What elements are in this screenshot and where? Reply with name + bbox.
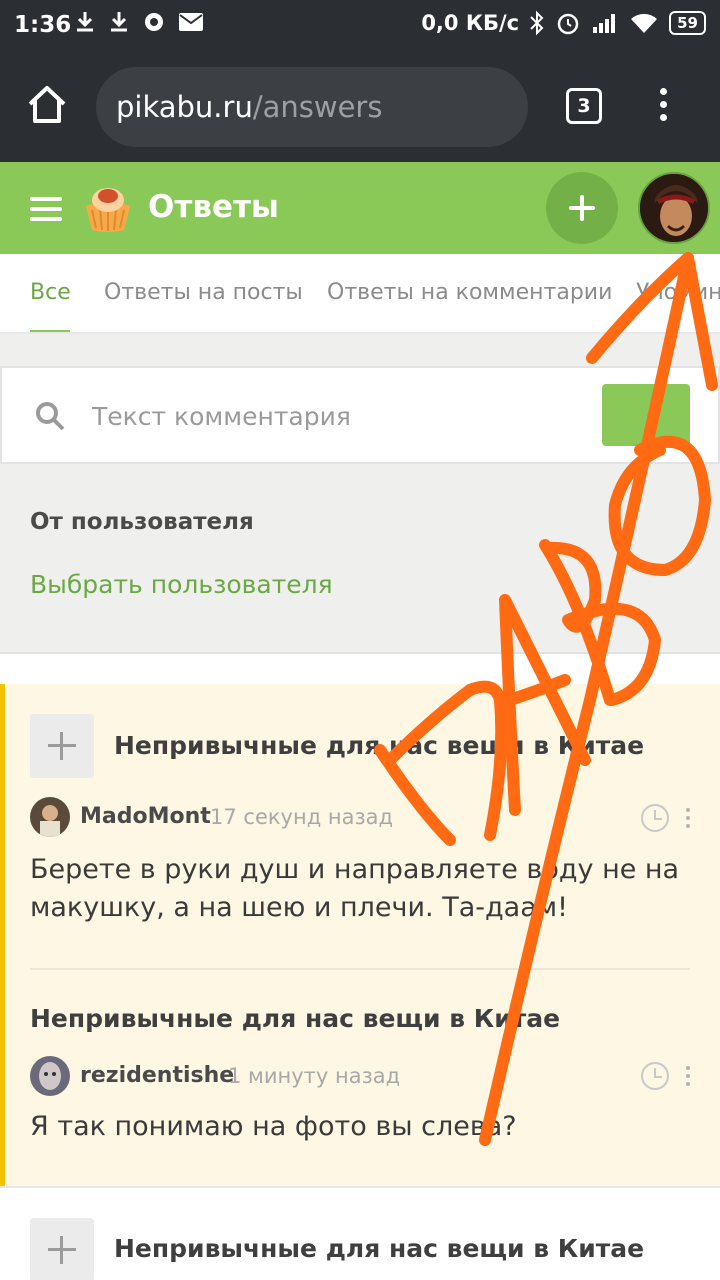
app-notification-icon (145, 13, 163, 31)
search-submit-button[interactable] (602, 384, 690, 446)
avatar-image-madomont (30, 797, 70, 837)
url-path: /answers (252, 90, 383, 124)
from-user-label: От пользователя (30, 509, 254, 535)
more-icon[interactable] (684, 808, 692, 834)
filters-panel: Текст комментария От пользователя Выбрат… (0, 334, 720, 654)
bluetooth-icon (530, 10, 544, 36)
signal-icon (593, 14, 616, 33)
clock-icon[interactable] (641, 1062, 669, 1090)
hamburger-menu-icon[interactable] (30, 197, 62, 227)
divider (0, 1186, 720, 1188)
post-title-link[interactable]: Непривычные для нас вещи в Китае (114, 1234, 644, 1263)
post-title-link[interactable]: Непривычные для нас вещи в Китае (114, 731, 644, 760)
username-link[interactable]: MadoMont (80, 804, 211, 829)
address-bar[interactable]: pikabu.ru/answers (96, 67, 528, 147)
avatar[interactable] (30, 797, 70, 837)
divider (30, 968, 690, 970)
tab-all[interactable]: Все (30, 280, 71, 305)
notification-icons (74, 10, 204, 34)
post-title-link[interactable]: Непривычные для нас вещи в Китае (30, 1004, 560, 1033)
avatar[interactable] (30, 1056, 70, 1096)
search-icon (36, 402, 65, 431)
download-icon (111, 12, 127, 32)
status-right: 0,0 КБ/с 59 (421, 10, 706, 36)
tab-comment-answers[interactable]: Ответы на комментарии (327, 280, 612, 305)
comment-text: Берете в руки душ и направляете воду не … (30, 854, 680, 923)
search-input[interactable]: Текст комментария (92, 402, 351, 431)
comment-time: 1 минуту назад (228, 1064, 401, 1088)
status-time: 1:36 (14, 12, 72, 38)
site-header: Ответы (0, 162, 720, 254)
expand-post-button[interactable] (30, 714, 94, 778)
user-avatar[interactable] (638, 172, 710, 244)
more-icon[interactable] (684, 1066, 692, 1092)
page-title: Ответы (148, 189, 279, 225)
comment-time: 17 секунд назад (210, 805, 394, 829)
download-icon (77, 12, 93, 32)
browser-menu-icon[interactable] (655, 88, 671, 128)
home-icon[interactable] (26, 84, 68, 126)
comment-search-box[interactable]: Текст комментария (0, 366, 720, 464)
username-link[interactable]: rezidentishe (80, 1063, 234, 1088)
wifi-icon (631, 13, 658, 33)
clock-icon[interactable] (641, 804, 669, 832)
tabs-count-button[interactable]: 3 (566, 88, 602, 124)
add-post-button[interactable] (546, 172, 618, 244)
browser-toolbar: pikabu.ru/answers 3 (0, 52, 720, 162)
status-bar: 1:36 0,0 КБ/с 59 (0, 0, 720, 52)
avatar-image (640, 174, 708, 242)
alarm-icon (557, 13, 579, 35)
comment-text: Я так понимаю на фото вы слева? (30, 1111, 517, 1142)
tab-post-answers[interactable]: Ответы на посты (104, 280, 303, 305)
avatar-image-rezidentishe (30, 1056, 70, 1096)
battery-indicator: 59 (669, 11, 706, 35)
pikabu-logo[interactable] (80, 180, 136, 236)
answers-tabs: Все Ответы на посты Ответы на комментари… (0, 254, 720, 334)
mail-icon (179, 13, 203, 31)
net-speed: 0,0 КБ/с (421, 11, 520, 35)
choose-user-link[interactable]: Выбрать пользователя (30, 570, 333, 599)
tab-mentions[interactable]: Упомин (636, 280, 720, 305)
url-host: pikabu.ru (116, 90, 253, 124)
expand-post-button[interactable] (30, 1218, 94, 1280)
